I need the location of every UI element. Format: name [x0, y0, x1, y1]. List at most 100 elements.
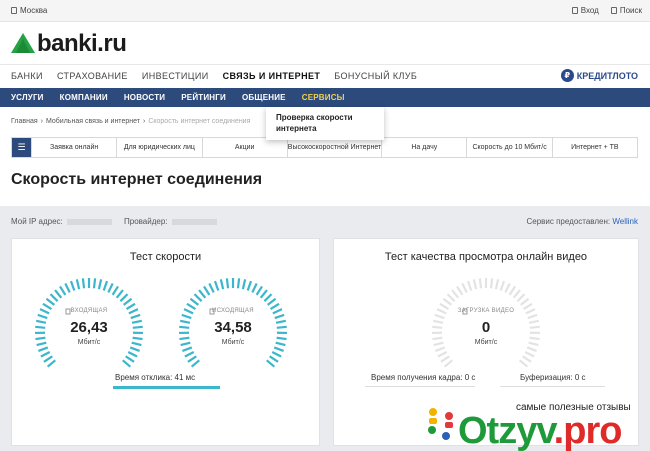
gauge-tick [489, 278, 494, 289]
gauge-tick [519, 297, 530, 306]
ping-label: Время отклика: 41 мс [115, 373, 196, 382]
gauge-tick [265, 359, 276, 368]
tab-dacha[interactable]: На дачу [381, 138, 466, 157]
incoming-unit: Мбит/с [77, 339, 101, 346]
gauge-tick [236, 278, 241, 289]
people-logo-icon [428, 408, 453, 440]
tab-internet-tv[interactable]: Интернет + ТВ [551, 138, 637, 157]
gauge-tick [504, 282, 511, 293]
gauge-tick [193, 293, 203, 302]
crumb-home[interactable]: Главная [11, 118, 38, 125]
crumb-mobile[interactable]: Мобильная связь и интернет [46, 118, 140, 125]
watermark-brand: Otzyv.pro [458, 410, 622, 451]
incoming-value: 26,43 [70, 319, 108, 336]
video-gauge: ЗАГРУЗКА ВИДЕО 0 Мбит/с [430, 276, 542, 388]
menu-icon[interactable]: ☰ [12, 138, 31, 157]
gauge-tick [115, 289, 124, 299]
location-icon [11, 7, 17, 14]
nav-insurance[interactable]: СТРАХОВАНИЕ [57, 71, 128, 81]
gauge-tick [269, 355, 279, 363]
gauge-tick [516, 293, 526, 302]
nav-banks[interactable]: БАНКИ [11, 71, 43, 81]
tree-icon [11, 33, 35, 53]
nav-telecom[interactable]: СВЯЗЬ И ИНТЕРНЕТ [223, 71, 321, 81]
tab-10mbit[interactable]: Скорость до 10 Мбит/с [466, 138, 551, 157]
video-value: 0 [481, 319, 491, 336]
city-label: Москва [20, 6, 48, 15]
gauge-tick [255, 285, 263, 296]
buffer-divider [500, 386, 605, 387]
video-unit: Мбит/с [474, 339, 498, 346]
gauge-tick [263, 293, 273, 302]
gauge-tick [434, 313, 445, 320]
dropdown-item-speed-check[interactable]: Проверка скорости интернета [276, 113, 353, 133]
gauge-tick [440, 355, 450, 363]
search-icon [610, 7, 617, 14]
gauge-tick [494, 279, 500, 290]
gauge-tick [512, 289, 521, 299]
tab-highspeed[interactable]: Высокоскоростной Интернет [286, 138, 381, 157]
main-nav: БАНКИ СТРАХОВАНИЕ ИНВЕСТИЦИИ СВЯЗЬ И ИНТ… [0, 64, 650, 88]
outgoing-unit: Мбит/с [221, 339, 245, 346]
ip-info: Мой IP адрес: [11, 217, 112, 226]
gauge-tick [97, 279, 103, 290]
video-label: ЗАГРУЗКА ВИДЕО [457, 308, 515, 314]
subnav-services[interactable]: УСЛУГИ [11, 93, 44, 102]
gauge-tick [125, 355, 135, 363]
nav-investments[interactable]: ИНВЕСТИЦИИ [142, 71, 209, 81]
city-selector[interactable]: Москва [11, 6, 47, 15]
gauge-tick [43, 355, 53, 363]
login-link[interactable]: Вход [571, 6, 599, 15]
frame-divider [365, 386, 475, 387]
gauge-tick [130, 313, 141, 320]
gauge-tick [198, 289, 207, 299]
top-bar: Москва Вход Поиск [0, 0, 650, 22]
gauge-tick [92, 278, 97, 289]
search-link[interactable]: Поиск [610, 6, 642, 15]
gauge-tick [49, 293, 59, 302]
kreditloto-link[interactable]: ₽ КРЕДИТЛОТО [560, 69, 638, 82]
gauge-tick [213, 280, 220, 291]
gauge-tick [40, 350, 51, 358]
subnav-community[interactable]: ОБЩЕНИЕ [242, 93, 286, 102]
gauge-tick [75, 279, 81, 290]
tab-business[interactable]: Для юридических лиц [116, 138, 201, 157]
gauge-tick [182, 346, 193, 352]
gauge-tick [466, 280, 473, 291]
gauge-tick [37, 313, 48, 320]
gauge-tick [456, 285, 464, 296]
gauge-tick [435, 346, 446, 352]
subnav-news[interactable]: НОВОСТИ [124, 93, 165, 102]
gauge-tick [266, 297, 277, 306]
service-info: Сервис предоставлен: Wellink [526, 217, 638, 226]
gauge-tick [522, 355, 532, 363]
gauge-tick [259, 289, 268, 299]
frame-time: Время получения кадра: 0 с [371, 373, 476, 382]
tab-promos[interactable]: Акции [201, 138, 287, 157]
gauge-tick [208, 282, 215, 293]
subnav-ratings[interactable]: РЕЙТИНГИ [181, 93, 226, 102]
logo-text: banki.ru [37, 30, 127, 57]
gauge-tick [472, 279, 478, 290]
gauge-tick [274, 313, 285, 320]
gauge-tick [451, 289, 460, 299]
gauge-tick [190, 359, 201, 368]
gauge-tick [107, 282, 114, 293]
gauge-tick [446, 293, 456, 302]
nav-bonus-club[interactable]: БОНУСНЫЙ КЛУБ [334, 71, 417, 81]
outgoing-value: 34,58 [214, 319, 252, 336]
subnav-companies[interactable]: КОМПАНИИ [60, 93, 108, 102]
gauge-tick [189, 297, 200, 306]
gauge-tick [81, 278, 86, 289]
gauge-tick [46, 359, 57, 368]
service-link[interactable]: Wellink [612, 217, 638, 226]
gauge-tick [499, 280, 506, 291]
gauge-tick [129, 346, 140, 352]
tab-apply-online[interactable]: Заявка онлайн [31, 138, 116, 157]
sub-nav: УСЛУГИ КОМПАНИИ НОВОСТИ РЕЙТИНГИ ОБЩЕНИЕ… [0, 88, 650, 107]
subnav-tools[interactable]: СЕРВИСЫ [302, 93, 345, 102]
gauge-tick [225, 278, 230, 289]
crumb-current: Скорость интернет соединения [148, 118, 251, 125]
outgoing-label: ИСХОДЯЩАЯ [212, 308, 254, 314]
site-logo[interactable]: banki.ru [11, 30, 127, 58]
